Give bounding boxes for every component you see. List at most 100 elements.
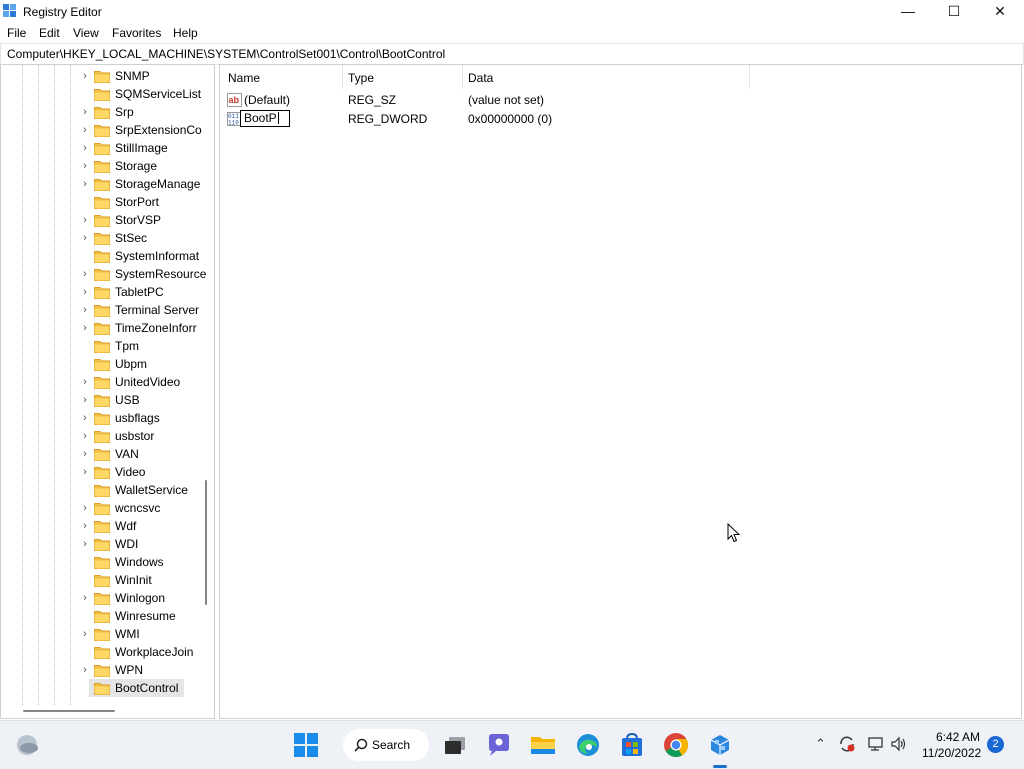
- tree-item[interactable]: › wcncsvc: [1, 499, 201, 517]
- chevron-right-icon[interactable]: ›: [79, 303, 91, 317]
- tree-vertical-scrollbar[interactable]: [205, 480, 207, 605]
- table-row[interactable]: ab (Default) REG_SZ (value not set): [220, 91, 1000, 109]
- taskbar-search-button[interactable]: Search: [343, 729, 429, 761]
- task-view-icon[interactable]: [441, 731, 469, 759]
- tree-item[interactable]: › SNMP: [1, 67, 201, 85]
- chevron-right-icon[interactable]: ›: [79, 69, 91, 83]
- chevron-right-icon[interactable]: ›: [79, 141, 91, 155]
- clock-date[interactable]: 11/20/2022: [922, 746, 981, 760]
- folder-icon: [94, 629, 110, 641]
- tree-item[interactable]: › Wdf: [1, 517, 201, 535]
- chevron-right-icon[interactable]: ›: [79, 429, 91, 443]
- chevron-right-icon[interactable]: ›: [79, 663, 91, 677]
- column-header-data[interactable]: Data: [468, 71, 493, 85]
- tree-item[interactable]: › StSec: [1, 229, 201, 247]
- tree-item[interactable]: WalletService: [1, 481, 201, 499]
- tree-item[interactable]: Tpm: [1, 337, 201, 355]
- menu-view[interactable]: View: [73, 26, 99, 40]
- tree-item[interactable]: StorPort: [1, 193, 201, 211]
- tree-item[interactable]: › Srp: [1, 103, 201, 121]
- chevron-right-icon[interactable]: ›: [79, 267, 91, 281]
- tree-item[interactable]: › WMI: [1, 625, 201, 643]
- chrome-icon[interactable]: [662, 731, 690, 759]
- tree-item[interactable]: › Video: [1, 463, 201, 481]
- column-divider[interactable]: [342, 65, 343, 89]
- tree-item[interactable]: › VAN: [1, 445, 201, 463]
- notification-badge[interactable]: 2: [987, 736, 1004, 753]
- menu-favorites[interactable]: Favorites: [112, 26, 161, 40]
- column-divider[interactable]: [462, 65, 463, 89]
- tree-item[interactable]: BootControl: [1, 679, 201, 697]
- column-header-type[interactable]: Type: [348, 71, 374, 85]
- close-button[interactable]: ✕: [977, 0, 1023, 22]
- key-tree[interactable]: › SNMP SQMServiceList › Srp › SrpExtensionCo › S…: [0, 64, 215, 719]
- network-icon[interactable]: [866, 736, 884, 752]
- sync-icon[interactable]: [838, 735, 856, 753]
- chevron-right-icon[interactable]: ›: [79, 447, 91, 461]
- menu-help[interactable]: Help: [173, 26, 198, 40]
- tree-item[interactable]: Winresume: [1, 607, 201, 625]
- tree-item[interactable]: SQMServiceList: [1, 85, 201, 103]
- tree-item[interactable]: › USB: [1, 391, 201, 409]
- tree-item[interactable]: › TimeZoneInforr: [1, 319, 201, 337]
- chevron-right-icon[interactable]: ›: [79, 393, 91, 407]
- menu-edit[interactable]: Edit: [39, 26, 60, 40]
- tree-item[interactable]: › usbflags: [1, 409, 201, 427]
- chevron-right-icon[interactable]: ›: [79, 537, 91, 551]
- table-row[interactable]: 011 110 BootP REG_DWORD 0x00000000 (0): [220, 110, 1000, 128]
- tree-item[interactable]: › Storage: [1, 157, 201, 175]
- tree-item[interactable]: Ubpm: [1, 355, 201, 373]
- chevron-right-icon[interactable]: ›: [79, 411, 91, 425]
- chevron-right-icon[interactable]: ›: [79, 375, 91, 389]
- weather-icon[interactable]: [14, 732, 40, 758]
- tree-item[interactable]: › usbstor: [1, 427, 201, 445]
- tree-item[interactable]: WorkplaceJoin: [1, 643, 201, 661]
- rename-input[interactable]: BootP: [240, 110, 290, 127]
- chevron-right-icon[interactable]: ›: [79, 501, 91, 515]
- chevron-right-icon[interactable]: ›: [79, 465, 91, 479]
- chevron-right-icon[interactable]: ›: [79, 231, 91, 245]
- maximize-button[interactable]: ☐: [931, 0, 977, 22]
- column-divider[interactable]: [749, 65, 750, 89]
- file-explorer-icon[interactable]: [529, 731, 557, 759]
- value-list[interactable]: Name Type Data ab (Default) REG_SZ (valu…: [219, 64, 1022, 719]
- start-icon[interactable]: [292, 731, 320, 759]
- volume-icon[interactable]: [890, 736, 908, 752]
- tree-item[interactable]: SystemInformat: [1, 247, 201, 265]
- address-bar[interactable]: Computer\HKEY_LOCAL_MACHINE\SYSTEM\Contr…: [0, 43, 1024, 65]
- tree-item[interactable]: › WPN: [1, 661, 201, 679]
- chevron-right-icon[interactable]: ›: [79, 285, 91, 299]
- clock-time[interactable]: 6:42 AM: [936, 730, 980, 744]
- registry-editor-icon[interactable]: [706, 731, 734, 759]
- tree-item[interactable]: › SystemResource: [1, 265, 206, 283]
- store-icon[interactable]: [618, 731, 646, 759]
- tree-item[interactable]: › Terminal Server: [1, 301, 201, 319]
- tree-item[interactable]: Windows: [1, 553, 201, 571]
- tree-item[interactable]: › SrpExtensionCo: [1, 121, 202, 139]
- chevron-right-icon[interactable]: ›: [79, 159, 91, 173]
- tree-item[interactable]: › StorageManage: [1, 175, 201, 193]
- tree-item[interactable]: › StorVSP: [1, 211, 201, 229]
- chevron-right-icon[interactable]: ›: [79, 213, 91, 227]
- chevron-right-icon[interactable]: ›: [79, 627, 91, 641]
- tree-item[interactable]: › WDI: [1, 535, 201, 553]
- chevron-right-icon[interactable]: ›: [79, 321, 91, 335]
- edge-icon[interactable]: [574, 731, 602, 759]
- tree-item[interactable]: › TabletPC: [1, 283, 201, 301]
- chevron-right-icon[interactable]: ›: [79, 105, 91, 119]
- chevron-right-icon[interactable]: ›: [79, 123, 91, 137]
- minimize-button[interactable]: —: [885, 0, 931, 22]
- tree-item[interactable]: › Winlogon: [1, 589, 201, 607]
- tree-item[interactable]: › StillImage: [1, 139, 201, 157]
- chevron-right-icon[interactable]: ›: [79, 177, 91, 191]
- chevron-right-icon[interactable]: ›: [79, 519, 91, 533]
- chevron-right-icon[interactable]: ›: [79, 591, 91, 605]
- menu-file[interactable]: File: [7, 26, 26, 40]
- tree-item[interactable]: WinInit: [1, 571, 201, 589]
- tree-horizontal-scrollbar[interactable]: [23, 710, 115, 712]
- chevron-up-icon[interactable]: ⌃: [815, 736, 826, 752]
- chat-icon[interactable]: [485, 731, 513, 759]
- tree-item-label: Ubpm: [115, 357, 148, 371]
- column-header-name[interactable]: Name: [228, 71, 260, 85]
- tree-item[interactable]: › UnitedVideo: [1, 373, 201, 391]
